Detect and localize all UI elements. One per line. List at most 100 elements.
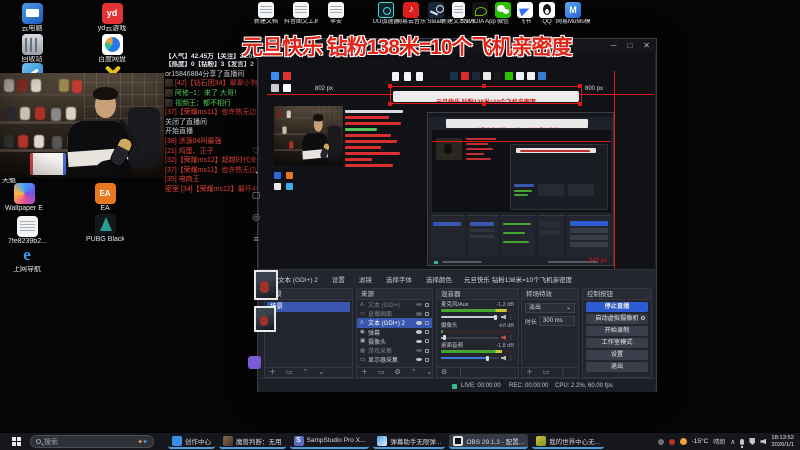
channel-menu-icon[interactable]: ⋮	[508, 355, 514, 362]
settings-button[interactable]: 设置	[586, 350, 648, 360]
visibility-icon[interactable]	[416, 357, 422, 362]
weather-temperature[interactable]: -15°C	[692, 438, 709, 445]
desktop-icon-baidu-pan[interactable]: 百度网盘	[93, 34, 131, 64]
visibility-icon[interactable]	[416, 348, 422, 353]
stop-streaming-button[interactable]: 停止直播	[586, 302, 648, 312]
target-icon[interactable]: ◎	[249, 206, 263, 228]
desktop-icon-yd[interactable]: yd yd云游戏	[93, 3, 131, 33]
taskbar-app-obs[interactable]: OBS 29.1.3 - 配置...	[449, 434, 529, 449]
desktop-icon-doc1[interactable]: 新建文档	[249, 2, 283, 26]
speaker-icon[interactable]	[501, 355, 506, 361]
lock-icon[interactable]	[425, 311, 429, 316]
speaker-muted-icon[interactable]	[501, 335, 506, 340]
box-icon[interactable]: ▢	[249, 184, 263, 206]
exit-button[interactable]: 退出	[586, 362, 648, 372]
chat-message: or15846884分享了直播间	[165, 70, 245, 78]
select-color-button[interactable]: 选择颜色	[426, 274, 452, 284]
source-text-value[interactable]: 元旦快乐 钻粉138米=10个飞机亲密度	[464, 274, 572, 284]
desktop-icon-recycle-bin[interactable]: 回收站	[13, 34, 51, 64]
source-row[interactable]: ▣ 摄像头	[357, 337, 432, 346]
security-tray-icon[interactable]	[749, 438, 756, 445]
start-button[interactable]	[12, 436, 22, 447]
clock-icon[interactable]: ◔	[249, 162, 263, 184]
transition-select[interactable]: 淡出 ⌄	[525, 303, 575, 313]
desktop-icon-file[interactable]: 7fe8239b2...	[8, 216, 46, 246]
visibility-icon[interactable]	[416, 321, 422, 325]
desktop-icon-mumu[interactable]: M 网易MuMu模拟器	[556, 2, 590, 26]
taskbar-search[interactable]: 搜索 ✦ ✦	[30, 435, 154, 448]
close-button[interactable]: ✕	[643, 40, 650, 51]
lock-icon[interactable]	[425, 320, 429, 325]
lock-icon[interactable]	[425, 339, 429, 344]
lock-icon[interactable]	[425, 357, 429, 362]
microphone-tray-icon[interactable]	[740, 438, 745, 448]
start-recording-button[interactable]: 开始录制	[586, 326, 648, 336]
photo-thumbnail[interactable]	[254, 270, 278, 300]
chat-avatar	[165, 88, 173, 97]
desktop-icon-cloud-pc[interactable]: 云电脑	[13, 3, 51, 33]
taskbar-app-4[interactable]: 弹幕助手无限弹...	[373, 434, 446, 449]
taskbar-app-3[interactable]: S SampStudio Pro X...	[289, 434, 370, 449]
volume-slider[interactable]	[441, 314, 499, 320]
scene-item[interactable]: 场景	[267, 302, 350, 312]
desktop-icon-ea[interactable]: EA EA	[86, 183, 124, 213]
source-row[interactable]: ▭ 直播画面	[357, 309, 432, 318]
source-row[interactable]: A 文本 (GDI+)	[357, 300, 432, 309]
select-font-button[interactable]: 选择字体	[386, 274, 412, 284]
mixer-toolbar[interactable]: ⚙ ⋮	[437, 367, 518, 377]
desktop-icon-wallpaper-engine[interactable]: Wallpaper Engine：...	[5, 183, 43, 213]
tray-icon-red[interactable]	[668, 438, 675, 445]
netease-music-icon: ♪	[403, 2, 419, 18]
obs-statusbar: LIVE: 00:00:00 REC: 00:00:00 CPU: 2.2%, …	[259, 378, 655, 392]
tray-expand-icon[interactable]: ∧	[730, 438, 735, 446]
speaker-icon[interactable]	[501, 314, 506, 320]
source-row[interactable]: ◉ 弹幕	[357, 328, 432, 337]
channel-menu-icon[interactable]: ⋮	[508, 314, 514, 321]
obs-preview[interactable]: 802 px 800 px 元旦快乐 钻粉138米=10个飞机亲密度	[259, 52, 655, 269]
desktop-icon-doc3[interactable]: 早安	[319, 2, 353, 26]
chat-message: 视频王：都不相行	[165, 98, 262, 108]
taskbar-app-2[interactable]: 魔兽判断：无用	[219, 434, 286, 449]
source-properties-button[interactable]: 设置	[332, 274, 345, 284]
transition-duration-input[interactable]: 300 ms	[539, 316, 575, 326]
lock-icon[interactable]	[425, 302, 429, 307]
maximize-button[interactable]: □	[627, 40, 632, 51]
source-row-selected[interactable]: A 文本 (GDI+) 2	[357, 318, 432, 328]
tray-icon[interactable]	[657, 438, 664, 445]
source-row[interactable]: ▭ 显示器采集	[357, 355, 432, 364]
channel-name: 桌面音频	[441, 343, 464, 349]
channel-menu-icon[interactable]: ⋮	[508, 334, 514, 341]
virtual-camera-button[interactable]: 启动虚拟摄像机 ⚙	[586, 314, 648, 324]
source-row[interactable]: ▦ 游戏采集	[357, 346, 432, 355]
visibility-icon[interactable]	[416, 312, 422, 316]
lock-icon[interactable]	[425, 330, 429, 335]
studio-mode-button[interactable]: 工作室模式	[586, 338, 648, 348]
desktop-icon-doc2[interactable]: 抖音图文工具盒	[284, 2, 318, 26]
taskbar-app-creator-center[interactable]: 创作中心	[168, 434, 215, 449]
weather-condition[interactable]: 晴朗	[713, 437, 725, 446]
ie-icon: e	[23, 245, 31, 264]
photo-thumbnail[interactable]	[254, 306, 276, 332]
volume-tray-icon[interactable]	[760, 438, 767, 445]
floating-app-icon[interactable]	[248, 356, 261, 369]
virtual-camera-settings-icon[interactable]: ⚙	[638, 314, 648, 324]
source-filters-button[interactable]: 滤镜	[359, 274, 372, 284]
volume-slider[interactable]	[441, 355, 499, 361]
taskbar-app-6[interactable]: 我的世界中心无...	[532, 434, 605, 449]
volume-slider[interactable]	[441, 335, 499, 340]
heart-icon[interactable]: ♡	[249, 140, 263, 162]
selected-source-bounding-box[interactable]: 元旦快乐 钻粉138米=10个飞机亲密度	[390, 86, 582, 104]
visibility-icon[interactable]	[416, 339, 422, 344]
desktop-icon-ie-nav[interactable]: e 上网导航	[8, 244, 46, 274]
list-icon[interactable]: ≡	[249, 228, 263, 250]
lock-icon[interactable]	[425, 348, 429, 353]
scenes-toolbar[interactable]: ＋ ▭ ⌃ ⌄	[265, 367, 352, 377]
visibility-icon[interactable]	[416, 302, 422, 307]
desktop-icon-pubg[interactable]: PUBG Black Budget Pl...	[86, 214, 124, 244]
visibility-icon[interactable]	[416, 330, 422, 334]
app-icon	[536, 435, 547, 446]
transitions-toolbar[interactable]: ＋ ▭ ⋮	[522, 367, 578, 377]
taskbar-clock[interactable]: 18:13:52 2026/1/1	[771, 435, 796, 449]
sources-toolbar[interactable]: ＋ ▭ ⚙ ⌃ ⌄	[357, 367, 432, 377]
minimize-button[interactable]: ─	[611, 40, 617, 51]
